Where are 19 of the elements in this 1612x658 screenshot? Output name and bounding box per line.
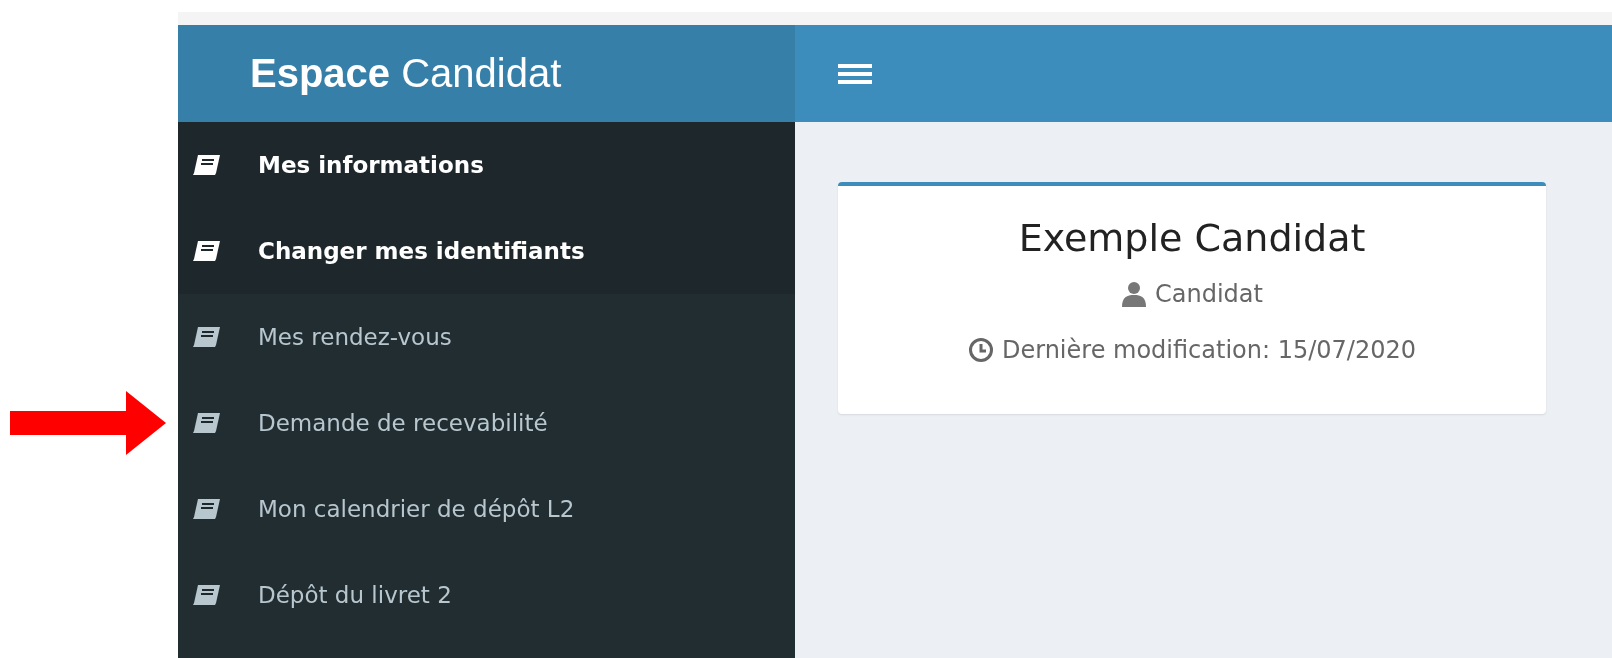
- clock-icon: [967, 337, 994, 363]
- book-icon: [192, 412, 222, 434]
- book-icon: [192, 326, 222, 348]
- profile-name: Exemple Candidat: [1018, 216, 1366, 260]
- app-title: Espace Candidat: [250, 51, 562, 96]
- user-icon: [1121, 281, 1148, 307]
- book-icon: [192, 240, 222, 262]
- sidebar-item[interactable]: Mes informations: [178, 122, 795, 208]
- sidebar-item[interactable]: Demande de recevabilité: [178, 380, 795, 466]
- profile-role: Candidat: [1155, 280, 1263, 308]
- last-modified: Dernière modification: 15/07/2020: [1001, 336, 1417, 364]
- menu-icon[interactable]: [838, 62, 872, 85]
- book-icon: [192, 584, 222, 606]
- book-icon: [192, 154, 222, 176]
- sidebar-item[interactable]: Mes rendez-vous: [178, 294, 795, 380]
- sidebar-item[interactable]: Changer mes identifiants: [178, 208, 795, 294]
- sidebar-item[interactable]: Dépôt du livret 2: [178, 552, 795, 638]
- book-icon: [192, 498, 222, 520]
- sidebar-item[interactable]: Mon calendrier de dépôt L2: [178, 466, 795, 552]
